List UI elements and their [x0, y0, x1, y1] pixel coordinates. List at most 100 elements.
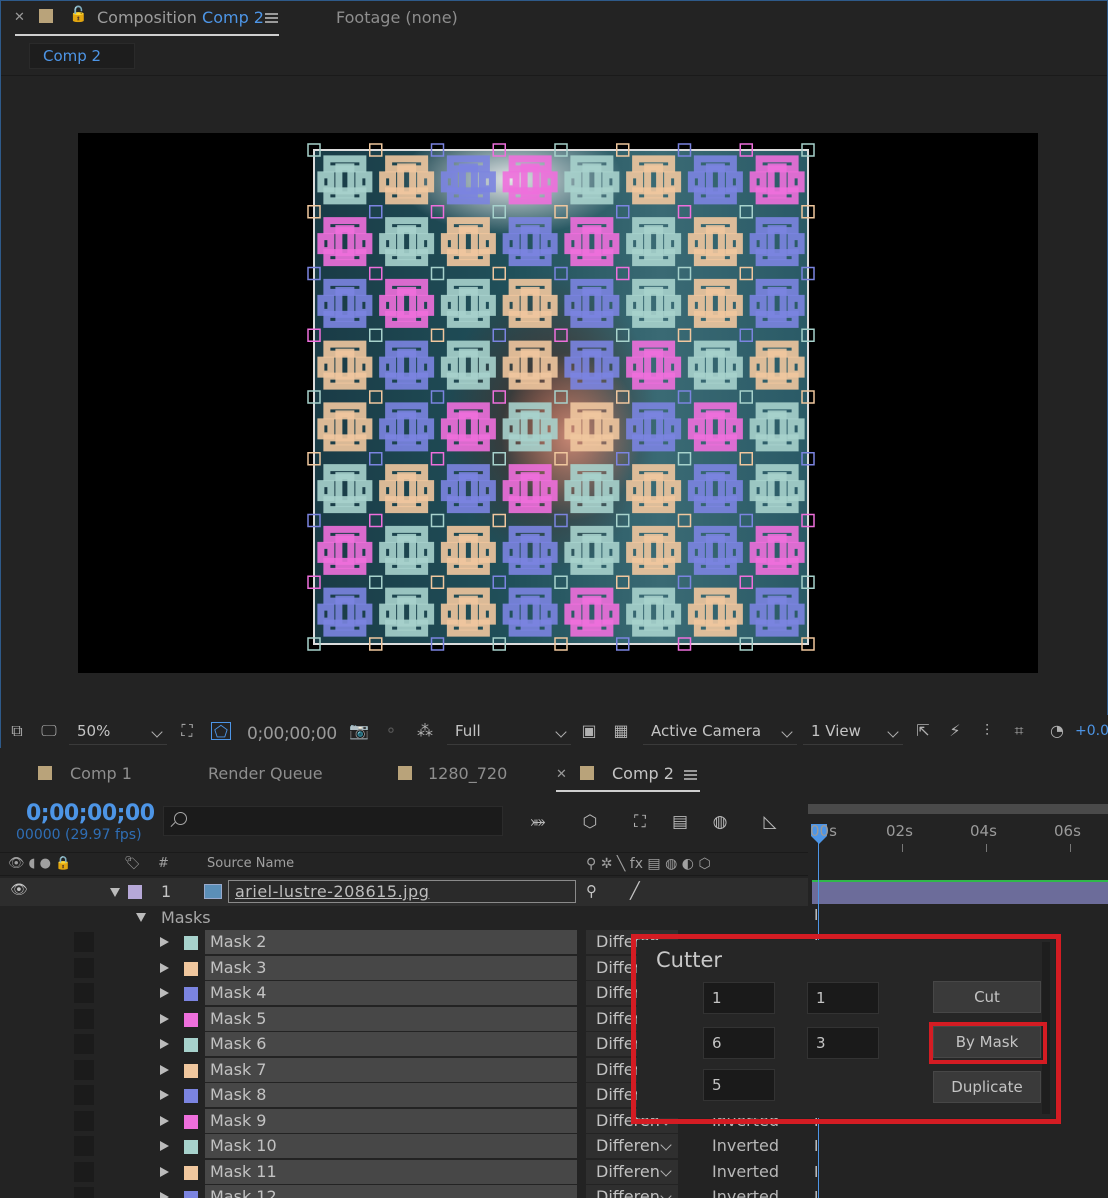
mask-shape[interactable]	[502, 464, 558, 514]
tab-footage[interactable]: Footage (none)	[336, 8, 458, 27]
always-preview-icon[interactable]: ⧉	[7, 722, 27, 740]
mask-shape[interactable]	[440, 464, 496, 514]
color-channels-icon[interactable]: ⁂	[415, 722, 435, 740]
mask-shape[interactable]	[317, 525, 373, 575]
mask-shape[interactable]	[749, 155, 805, 205]
mask-shape[interactable]	[379, 464, 435, 514]
mask-shape[interactable]	[626, 155, 682, 205]
mask-shape[interactable]	[440, 278, 496, 328]
layer-search-input[interactable]	[163, 806, 503, 836]
mask-shape[interactable]	[626, 525, 682, 575]
lock-toggle[interactable]	[74, 1034, 94, 1054]
mask-shape[interactable]	[440, 525, 496, 575]
mask-vertex-handle[interactable]	[616, 266, 630, 281]
mask-vertex-handle[interactable]	[492, 452, 506, 466]
mask-vertex-handle[interactable]	[369, 328, 383, 342]
show-snapshot-icon[interactable]: ⚬	[381, 722, 401, 740]
mask-vertex-handle[interactable]	[616, 452, 630, 466]
mask-vertex-handle[interactable]	[554, 575, 568, 589]
mask-inverted[interactable]: Inverted	[712, 1162, 779, 1181]
tab-1280-720[interactable]: 1280_720	[428, 764, 507, 783]
fast-previews-icon[interactable]: ⚡	[945, 722, 965, 740]
shy-layers-icon[interactable]: ⛶	[628, 812, 652, 834]
frame-blending-icon[interactable]: ▤	[668, 812, 692, 834]
mask-shape[interactable]	[440, 217, 496, 267]
mask-vertex-handle[interactable]	[739, 513, 753, 528]
mask-name[interactable]: Mask 2	[205, 930, 577, 954]
mask-vertex-handle[interactable]	[430, 575, 445, 589]
mask-vertex-handle[interactable]	[677, 390, 692, 404]
mask-shape[interactable]	[564, 464, 620, 514]
tab-render-queue[interactable]: Render Queue	[208, 764, 323, 783]
mask-shape[interactable]	[687, 464, 743, 514]
shy-switch-icon[interactable]: ⚲	[586, 882, 597, 900]
mask-shape[interactable]	[626, 402, 682, 452]
mask-vertex-handle[interactable]	[677, 205, 692, 219]
composition-viewer[interactable]	[78, 133, 1038, 673]
mask-vertex-handle[interactable]	[616, 328, 630, 342]
mask-vertex-handle[interactable]	[554, 205, 568, 219]
mask-color-swatch[interactable]	[184, 1063, 198, 1078]
twirl-right-icon[interactable]	[160, 1141, 169, 1151]
av-features-icon[interactable]: 👁 ◖ ● 🔒	[8, 856, 71, 871]
mask-shape[interactable]	[564, 217, 620, 267]
mask-color-swatch[interactable]	[184, 1191, 198, 1198]
mask-name[interactable]: Mask 3	[205, 955, 577, 980]
lock-toggle[interactable]	[74, 1187, 94, 1198]
mask-shape[interactable]	[749, 402, 805, 452]
twirl-right-icon[interactable]	[160, 1192, 169, 1198]
mask-shape[interactable]	[564, 340, 620, 390]
mask-shape[interactable]	[564, 402, 620, 452]
mask-vertex-handle[interactable]	[739, 328, 753, 342]
mask-color-swatch[interactable]	[184, 936, 198, 950]
mask-vertex-handle[interactable]	[492, 513, 506, 528]
view-layout-select[interactable]: 1 View	[803, 719, 903, 745]
twirl-right-icon[interactable]	[160, 988, 169, 998]
mask-mode-select[interactable]: Differen	[586, 1159, 678, 1184]
mask-vertex-handle[interactable]	[369, 513, 383, 528]
twirl-right-icon[interactable]	[160, 1013, 169, 1024]
tab-composition[interactable]: 🔓 Composition Comp 2	[15, 1, 279, 36]
mask-inverted[interactable]: Inverted	[712, 1187, 779, 1198]
lock-toggle[interactable]	[74, 1085, 94, 1105]
mask-vertex-handle[interactable]	[492, 266, 506, 281]
twirl-right-icon[interactable]	[160, 1115, 169, 1126]
mask-vertex-handle[interactable]	[739, 390, 753, 404]
mask-shape[interactable]	[564, 525, 620, 575]
layer-row[interactable]: 👁 1 ariel-lustre-208615.jpg ⚲ ╱	[0, 878, 808, 906]
mask-shape[interactable]	[440, 587, 496, 637]
mask-vertex-handle[interactable]	[677, 575, 692, 589]
mask-vertex-handle[interactable]	[739, 266, 753, 281]
mask-shape[interactable]	[379, 587, 435, 637]
twirl-right-icon[interactable]	[160, 1064, 169, 1075]
mask-shape[interactable]	[379, 402, 435, 452]
mask-vertex-handle[interactable]	[616, 390, 630, 404]
camera-select[interactable]: Active Camera	[643, 719, 797, 745]
twirl-right-icon[interactable]	[160, 1166, 169, 1177]
mask-vertex-handle[interactable]	[369, 266, 383, 281]
mask-name[interactable]: Mask 6	[205, 1032, 577, 1056]
twirl-down-icon[interactable]	[110, 888, 120, 897]
mask-vertex-handle[interactable]	[554, 513, 568, 528]
mask-vertex-handle[interactable]	[616, 513, 630, 528]
mask-shape[interactable]	[626, 587, 682, 637]
lock-toggle[interactable]	[74, 932, 94, 952]
twirl-right-icon[interactable]	[160, 1090, 169, 1100]
comp-breadcrumb[interactable]: Comp 2	[29, 43, 135, 69]
mask-color-swatch[interactable]	[184, 1038, 198, 1052]
mask-vertex-handle[interactable]	[430, 513, 445, 528]
mask-name[interactable]: Mask 9	[205, 1108, 577, 1133]
mask-row[interactable]: Mask 10 Differen Inverted I	[0, 1134, 818, 1159]
mask-color-swatch[interactable]	[184, 961, 198, 976]
mask-shape[interactable]	[687, 525, 743, 575]
lock-toggle[interactable]	[74, 957, 94, 978]
exposure-value[interactable]: +0.0	[1075, 723, 1108, 739]
mask-vertex-handle[interactable]	[492, 328, 506, 342]
lock-toggle[interactable]	[74, 1136, 94, 1156]
close-tab-icon[interactable]: ✕	[556, 767, 567, 782]
mask-shape[interactable]	[440, 155, 496, 205]
mask-vertex-handle[interactable]	[554, 390, 568, 404]
mask-name[interactable]: Mask 7	[205, 1057, 577, 1082]
mask-shape[interactable]	[626, 217, 682, 267]
mask-shape[interactable]	[502, 402, 558, 452]
